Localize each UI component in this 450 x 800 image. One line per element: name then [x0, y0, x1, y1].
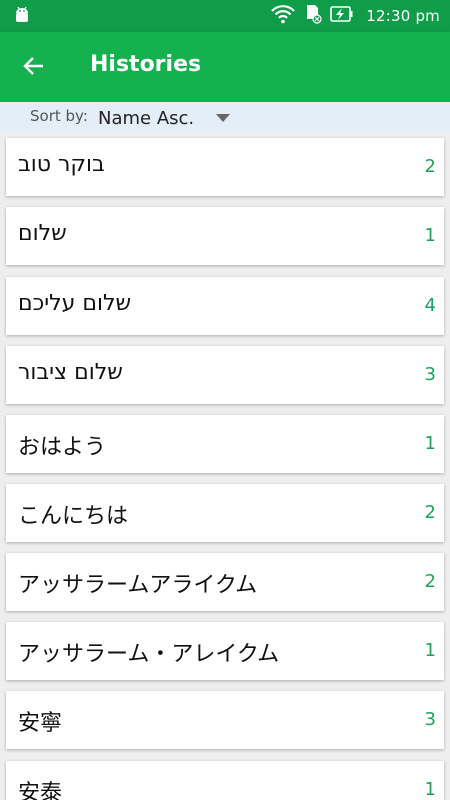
status-time: 12:30 pm: [366, 7, 440, 25]
item-count: 2: [424, 156, 436, 177]
battery-charging-icon: [330, 5, 354, 27]
sort-label: Sort by:: [30, 107, 88, 125]
list-item[interactable]: おはよう 1: [6, 415, 444, 473]
list-item[interactable]: 安泰 1: [6, 761, 444, 800]
item-text: בוקר טוב: [18, 152, 105, 177]
list-item[interactable]: こんにちは 2: [6, 484, 444, 542]
status-bar: 12:30 pm: [0, 0, 450, 32]
list-item[interactable]: שלום ציבור 3: [6, 346, 444, 404]
item-count: 1: [424, 433, 436, 454]
page-title: Histories: [90, 52, 202, 77]
wifi-icon: [270, 4, 296, 28]
list-item[interactable]: בוקר טוב 2: [6, 138, 444, 196]
sort-value: Name Asc.: [98, 107, 195, 129]
list-item[interactable]: 安寧 3: [6, 691, 444, 749]
sort-dropdown[interactable]: Name Asc.: [98, 105, 231, 131]
chevron-down-icon: [216, 114, 231, 122]
item-text: アッサラーム・アレイクム: [18, 642, 280, 667]
item-count: 2: [424, 571, 436, 592]
list-item[interactable]: שלום 1: [6, 207, 444, 265]
app-bar: Histories: [0, 32, 450, 102]
sort-bar: Sort by: Name Asc.: [0, 102, 450, 132]
item-count: 2: [424, 502, 436, 523]
arrow-left-icon: [22, 54, 46, 82]
item-text: שלום ציבור: [18, 360, 123, 385]
item-count: 1: [424, 779, 436, 800]
back-button[interactable]: [16, 50, 52, 86]
item-count: 3: [424, 709, 436, 730]
item-text: 安泰: [18, 781, 63, 800]
android-icon: [14, 6, 30, 28]
list-item[interactable]: アッサラーム・アレイクム 1: [6, 622, 444, 680]
item-text: こんにちは: [18, 504, 129, 529]
item-text: 安寧: [18, 711, 63, 736]
item-text: アッサラームアライクム: [18, 573, 258, 598]
item-text: おはよう: [18, 435, 107, 460]
item-count: 1: [424, 225, 436, 246]
item-count: 1: [424, 640, 436, 661]
history-list: בוקר טוב 2 שלום 1 שלום עליכם 4 שלום ציבו…: [0, 132, 450, 800]
item-text: שלום: [18, 221, 67, 246]
item-count: 4: [424, 295, 436, 316]
list-item[interactable]: שלום עליכם 4: [6, 277, 444, 335]
item-text: שלום עליכם: [18, 291, 132, 316]
sd-card-icon: [304, 4, 322, 28]
item-count: 3: [424, 364, 436, 385]
list-item[interactable]: アッサラームアライクム 2: [6, 553, 444, 611]
